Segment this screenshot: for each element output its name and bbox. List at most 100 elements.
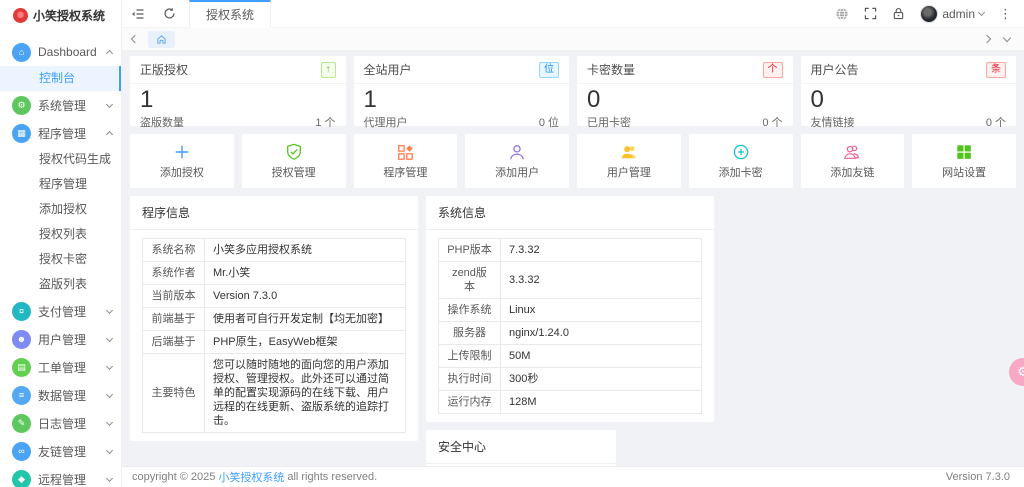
sidebar-nav: ⌂ Dashboard 控制台 ⚙ 系统管理 ▦ 程序管理 授权代码生成 程序管… [0, 30, 121, 487]
sidebar-item-program-manage[interactable]: 程序管理 [0, 172, 121, 197]
sidebar-item-label: 支付管理 [38, 304, 87, 319]
sidebar-item-dashboard[interactable]: ⌂ Dashboard [0, 38, 121, 66]
row-value: 小笑多应用授权系统 [204, 238, 406, 262]
quick-action-auth-manage[interactable]: 授权管理 [241, 134, 346, 188]
sidebar-item-payment[interactable]: ¤ 支付管理 [0, 297, 121, 325]
tab-strip [122, 28, 1024, 51]
tab-strip-controls [982, 33, 1014, 44]
language-icon[interactable] [835, 7, 849, 21]
row-value: 7.3.32 [500, 238, 702, 262]
sidebar-item-label: 程序管理 [38, 126, 87, 141]
sidebar-item-label: 数据管理 [38, 388, 87, 403]
sidebar-item-auth-code-gen[interactable]: 授权代码生成 [0, 147, 121, 172]
row-value: 50M [500, 344, 702, 368]
more-menu-icon[interactable]: ⋮ [999, 6, 1012, 22]
fullscreen-icon[interactable] [864, 7, 877, 20]
quick-action-add-friendlink[interactable]: 添加友链 [800, 134, 905, 188]
row-value: 使用者可自行开发定制【均无加密】 [204, 307, 406, 331]
sidebar-item-pirate-list[interactable]: 盗版列表 [0, 272, 121, 297]
chevron-up-icon [105, 49, 114, 57]
copyright-suffix: all rights reserved. [287, 471, 378, 483]
quick-action-label: 授权管理 [271, 166, 316, 179]
link-icon: ∞ [12, 441, 31, 461]
quick-action-user-manage[interactable]: 用户管理 [577, 134, 681, 188]
tabs-scroll-right-icon[interactable] [982, 34, 992, 44]
row-value: Linux [500, 298, 702, 322]
plus-icon [175, 145, 189, 158]
quick-action-site-settings[interactable]: 网站设置 [912, 134, 1016, 188]
quick-action-label: 用户管理 [606, 166, 651, 179]
chevron-down-icon [105, 306, 114, 314]
quick-action-add-user[interactable]: 添加用户 [465, 134, 569, 188]
footer-brand-link[interactable]: 小笑授权系统 [218, 469, 284, 485]
user-icon: ☻ [12, 329, 31, 349]
sidebar-item-system[interactable]: ⚙ 系统管理 [0, 91, 121, 119]
sidebar-item-add-auth[interactable]: 添加授权 [0, 197, 121, 222]
chevron-up-icon [105, 130, 114, 138]
system-info-table: PHP版本 7.3.32 zend版本 3.3.32 操作系统 Linux 服务器 ng… [438, 238, 702, 414]
table-row: PHP版本 7.3.32 [438, 238, 702, 262]
sidebar-item-auth-list[interactable]: 授权列表 [0, 222, 121, 247]
home-tab[interactable] [148, 30, 175, 48]
chevron-down-icon [105, 390, 114, 398]
row-label: 系统作者 [142, 261, 205, 285]
sidebar-item-label: Dashboard [38, 45, 97, 59]
sidebar-item-console[interactable]: 控制台 [0, 66, 121, 91]
stat-value: 1 [140, 86, 154, 113]
username: admin [942, 6, 975, 21]
footer: copyright © 2025 小笑授权系统 all rights reser… [122, 466, 1024, 487]
quick-action-add-card-key[interactable]: 添加卡密 [688, 134, 793, 188]
tabs-scroll-left-icon[interactable] [130, 34, 140, 44]
program-info-panel: 程序信息 系统名称 小笑多应用授权系统 系统作者 Mr.小笑 当前版本 Version… [130, 196, 418, 441]
quick-action-label: 网站设置 [942, 166, 987, 179]
table-row: 前端基于 使用者可自行开发定制【均无加密】 [142, 307, 406, 331]
sidebar-item-program[interactable]: ▦ 程序管理 [0, 119, 121, 147]
row-label: 操作系统 [438, 298, 501, 322]
sidebar-item-log[interactable]: ✎ 日志管理 [0, 409, 121, 437]
table-row: 操作系统 Linux [438, 298, 702, 322]
sidebar-item-label: 系统管理 [38, 98, 87, 113]
row-label: 服务器 [438, 321, 501, 345]
main-area: 授权系统 admin ⋮ 正版授权 ↑ 1 盗版数量 1 个 全站用户 位 1 … [122, 0, 1024, 487]
table-row: 当前版本 Version 7.3.0 [142, 284, 406, 308]
row-value: nginx/1.24.0 [500, 321, 702, 345]
tabs-menu-icon[interactable] [1002, 33, 1012, 43]
row-value: 300秒 [500, 367, 702, 391]
stat-footer-label: 已用卡密 [587, 117, 631, 129]
sidebar-item-friendlink[interactable]: ∞ 友链管理 [0, 437, 121, 465]
panel-title: 程序信息 [130, 196, 418, 230]
row-value: 您可以随时随地的面向您的用户添加授权、管理授权。此外还可以通过简单的配置实现源码… [204, 353, 406, 433]
table-row: 系统名称 小笑多应用授权系统 [142, 238, 406, 262]
quick-action-program-manage[interactable]: 程序管理 [353, 134, 458, 188]
stat-badge: ↑ [320, 61, 336, 78]
sidebar-item-user[interactable]: ☻ 用户管理 [0, 325, 121, 353]
row-label: 上传限制 [438, 344, 501, 368]
brand-logo[interactable]: 小笑授权系统 [0, 0, 121, 30]
chevron-down-icon [977, 8, 986, 17]
tab-auth-system[interactable]: 授权系统 [189, 0, 272, 28]
collapse-sidebar-icon[interactable] [122, 0, 154, 27]
chevron-down-icon [105, 446, 114, 454]
lock-icon[interactable] [892, 7, 905, 20]
appstore-icon [398, 144, 414, 160]
circle-plus-icon [733, 144, 748, 159]
database-icon: ≡ [12, 385, 31, 405]
copyright-prefix: copyright © 2025 [132, 471, 216, 483]
user-menu[interactable]: admin [920, 4, 986, 23]
stat-title: 正版授权 [140, 63, 189, 77]
stats-row: 正版授权 ↑ 1 盗版数量 1 个 全站用户 位 1 代理用户 0 位 卡密数量… [130, 56, 1016, 129]
sidebar-item-auth-card[interactable]: 授权卡密 [0, 247, 121, 272]
ticket-icon: ▤ [12, 357, 31, 377]
stat-value: 1 [363, 86, 377, 113]
quick-action-label: 添加友链 [830, 166, 875, 179]
row-value: 128M [500, 390, 702, 414]
sidebar-item-workorder[interactable]: ▤ 工单管理 [0, 353, 121, 381]
sidebar-item-data[interactable]: ≡ 数据管理 [0, 381, 121, 409]
stat-footer-label: 盗版数量 [140, 117, 184, 129]
gear-icon: ⚙ [12, 95, 31, 115]
quick-action-add-auth[interactable]: 添加授权 [130, 134, 234, 188]
log-icon: ✎ [12, 413, 31, 433]
table-row: 运行内存 128M [438, 390, 702, 414]
refresh-icon[interactable] [154, 0, 185, 27]
sidebar-item-remote[interactable]: ◆ 远程管理 [0, 465, 121, 487]
